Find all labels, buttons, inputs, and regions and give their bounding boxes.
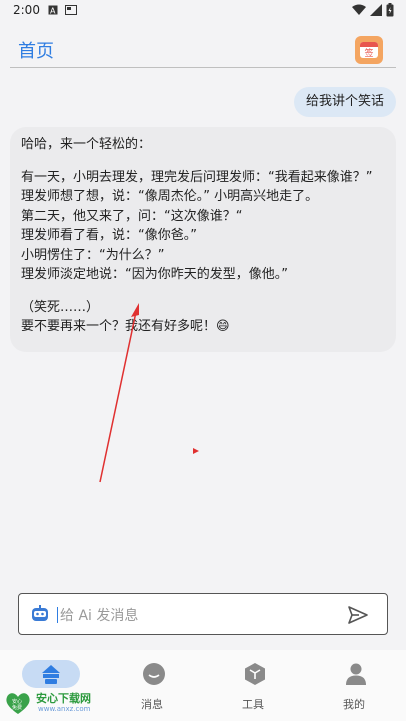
watermark: 安心 免费 安心下载网 www.anxz.com [2, 688, 112, 718]
watermark-title: 安心下载网 [36, 692, 91, 705]
send-icon[interactable] [347, 604, 369, 626]
svg-text:安心: 安心 [12, 698, 22, 705]
nav-item-tools[interactable]: 工具 [203, 650, 303, 721]
message-input-placeholder[interactable]: 给 Ai 发消息 [57, 605, 138, 625]
nav-label-tools: 工具 [242, 698, 264, 711]
ai-robot-icon [32, 605, 48, 621]
watermark-logo-icon: 安心 免费 [6, 693, 30, 714]
message-input[interactable]: 给 Ai 发消息 [18, 593, 388, 635]
nav-item-profile[interactable]: 我的 [304, 650, 404, 721]
home-icon [42, 665, 60, 684]
message-icon [143, 663, 165, 685]
svg-text:免费: 免费 [12, 704, 22, 711]
tools-icon [245, 663, 265, 685]
nav-label-profile: 我的 [343, 698, 365, 711]
nav-label-messages: 消息 [141, 698, 163, 711]
profile-icon [346, 663, 366, 685]
nav-item-messages[interactable]: 消息 [102, 650, 202, 721]
cursor-mark-icon [193, 448, 199, 454]
watermark-url: www.anxz.com [38, 705, 91, 713]
